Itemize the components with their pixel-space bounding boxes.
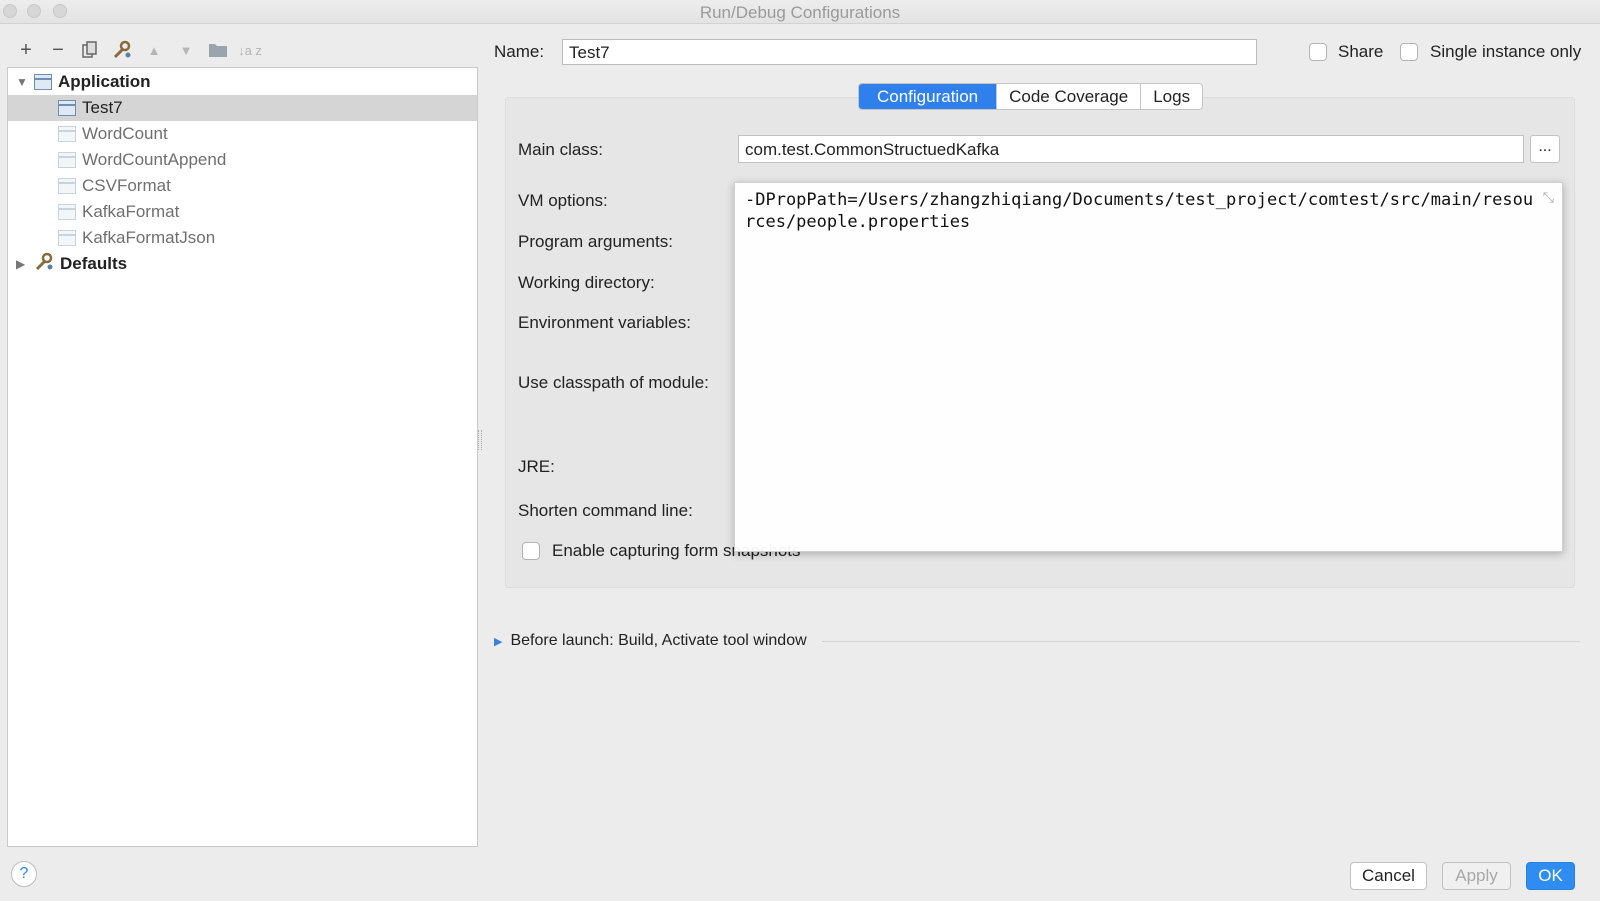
working-directory-label: Working directory:	[518, 273, 655, 292]
wrench-icon[interactable]	[106, 38, 138, 62]
expand-arrow-icon[interactable]: ▶	[494, 635, 502, 648]
splitter-handle[interactable]	[478, 430, 482, 450]
vm-options-label: VM options:	[518, 191, 608, 210]
tab-code-coverage[interactable]: Code Coverage	[997, 84, 1142, 109]
apply-button[interactable]: Apply	[1442, 862, 1511, 890]
tree-node-defaults[interactable]: ▶ Defaults	[8, 251, 477, 277]
cancel-button[interactable]: Cancel	[1350, 862, 1427, 890]
application-icon	[58, 126, 76, 142]
tree-item-label: CSVFormat	[82, 176, 171, 195]
application-icon	[58, 178, 76, 194]
tree-item-label: KafkaFormat	[82, 202, 180, 221]
tree-item-label: WordCount	[82, 124, 168, 143]
tree-item-wordcountappend[interactable]: WordCountAppend	[8, 147, 477, 173]
browse-main-class-button[interactable]: ...	[1530, 135, 1560, 163]
single-instance-label: Single instance only	[1430, 42, 1582, 61]
sort-icon[interactable]: ↓a z	[234, 38, 266, 62]
name-label: Name:	[494, 42, 545, 61]
remove-icon[interactable]: −	[42, 38, 74, 62]
vm-options-expanded-editor[interactable]: -DPropPath=/Users/zhangzhiqiang/Document…	[734, 182, 1563, 552]
tree-item-kafkaformat[interactable]: KafkaFormat	[8, 199, 477, 225]
help-button[interactable]: ?	[11, 861, 37, 887]
window-title: Run/Debug Configurations	[699, 3, 901, 22]
main-class-label: Main class:	[518, 140, 604, 159]
collapse-icon[interactable]: ⤡	[1543, 189, 1554, 206]
share-checkbox[interactable]	[1309, 43, 1327, 61]
before-launch-section[interactable]: ▶ Before launch: Build, Activate tool wi…	[494, 632, 807, 650]
expand-arrow-icon[interactable]: ▶	[16, 257, 26, 271]
share-label: Share	[1338, 42, 1384, 61]
environment-variables-label: Environment variables:	[518, 313, 691, 332]
tab-configuration[interactable]: Configuration	[859, 84, 998, 109]
classpath-module-label: Use classpath of module:	[518, 373, 709, 392]
tree-item-label: WordCountAppend	[82, 150, 227, 169]
vm-options-text[interactable]: -DPropPath=/Users/zhangzhiqiang/Document…	[745, 189, 1535, 233]
tree-item-csvformat[interactable]: CSVFormat	[8, 173, 477, 199]
main-class-input[interactable]: com.test.CommonStructuedKafka	[738, 135, 1524, 163]
title-bar: Run/Debug Configurations	[0, 0, 1600, 24]
ok-button[interactable]: OK	[1526, 862, 1575, 890]
jre-label: JRE:	[518, 457, 555, 476]
program-arguments-label: Program arguments:	[518, 232, 673, 251]
wrench-icon	[34, 252, 54, 277]
tab-logs[interactable]: Logs	[1141, 84, 1202, 109]
shorten-command-line-label: Shorten command line:	[518, 501, 693, 520]
name-input[interactable]: Test7	[562, 39, 1257, 65]
tree-node-label: Defaults	[60, 254, 128, 273]
single-instance-checkbox[interactable]	[1400, 43, 1418, 61]
tree-node-application[interactable]: ▼ Application	[8, 69, 477, 95]
before-launch-label: Before launch: Build, Activate tool wind…	[510, 632, 807, 649]
tree-item-kafkaformatjson[interactable]: KafkaFormatJson	[8, 225, 477, 251]
folder-icon[interactable]	[202, 38, 234, 62]
tree-node-label: Application	[58, 72, 151, 91]
tree-item-test7[interactable]: Test7	[8, 95, 477, 121]
add-icon[interactable]: +	[10, 38, 42, 62]
tree-item-label: Test7	[82, 98, 123, 117]
move-down-icon[interactable]: ▼	[170, 38, 202, 62]
application-icon	[34, 74, 52, 90]
divider	[822, 641, 1580, 642]
configuration-tree: ▼ Application Test7 WordCount WordCountA…	[7, 67, 478, 847]
copy-icon[interactable]	[74, 38, 106, 62]
application-icon	[58, 204, 76, 220]
application-icon	[58, 152, 76, 168]
application-icon	[58, 230, 76, 246]
config-tabs: Configuration Code Coverage Logs	[858, 83, 1204, 110]
tree-toolbar: + − ▲ ▼ ↓a z	[10, 38, 266, 62]
tree-item-label: KafkaFormatJson	[82, 228, 216, 247]
application-icon	[58, 100, 76, 116]
tree-item-wordcount[interactable]: WordCount	[8, 121, 477, 147]
move-up-icon[interactable]: ▲	[138, 38, 170, 62]
enable-snapshots-checkbox[interactable]	[522, 542, 540, 560]
expand-arrow-icon[interactable]: ▼	[16, 75, 28, 89]
